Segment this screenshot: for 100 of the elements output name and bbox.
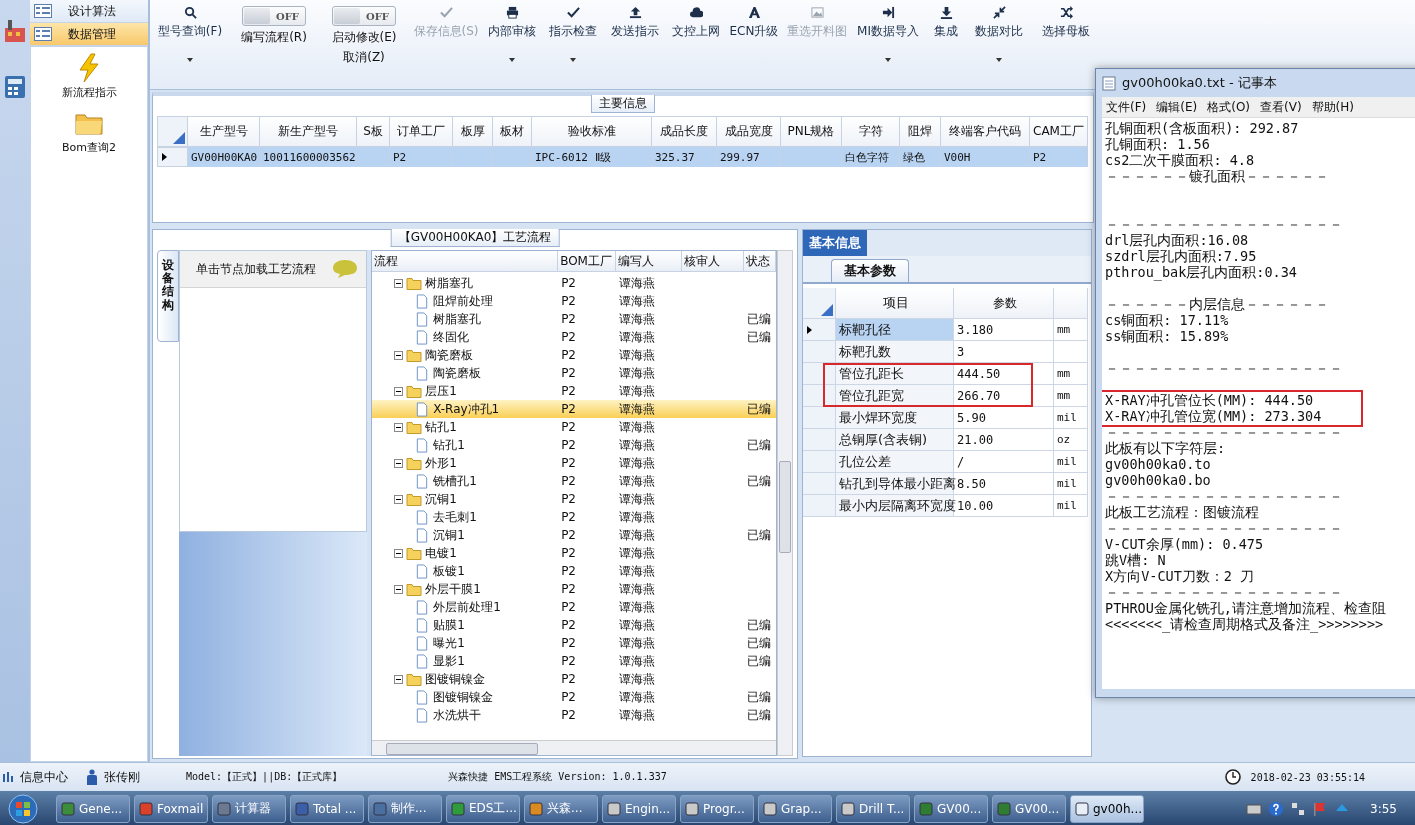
column-header[interactable]: 字符 (842, 116, 900, 147)
column-header[interactable]: BOM工厂 (558, 251, 617, 271)
tree-row[interactable]: 去毛刺1 P2 谭海燕 (372, 508, 777, 526)
tree-row[interactable]: 树脂塞孔 P2 谭海燕 已编 (372, 310, 777, 328)
column-header[interactable]: 参数 (954, 288, 1054, 319)
taskbar-button[interactable]: Total ... (290, 794, 364, 823)
toolbar-button[interactable]: MI数据导入 (852, 6, 924, 70)
tree-row[interactable]: 图镀铜镍金 P2 谭海燕 (372, 670, 777, 688)
column-header[interactable]: 项目 (836, 288, 954, 319)
table-row[interactable]: 管位孔距长 444.50 mm (803, 363, 1091, 385)
collapse-icon[interactable] (394, 674, 404, 684)
tree-row[interactable]: 铣槽孔1 P2 谭海燕 已编 (372, 472, 777, 490)
taskbar-button[interactable]: Gene... (56, 794, 130, 823)
taskbar-button[interactable]: Drill T... (836, 794, 910, 823)
collapse-icon[interactable] (394, 422, 404, 432)
collapse-icon[interactable] (394, 548, 404, 558)
toggle-switch[interactable]: OFF (242, 6, 306, 26)
column-header[interactable]: 生产型号 (188, 116, 260, 147)
tree-row[interactable]: 陶瓷磨板 P2 谭海燕 (372, 346, 777, 364)
column-header[interactable]: 订单工厂 (390, 116, 453, 147)
toolbar-button[interactable]: 内部审核 (482, 6, 542, 70)
tab[interactable]: 基本信息 (803, 230, 867, 256)
cancel-button[interactable]: 取消(Z) (343, 49, 385, 66)
toolbar-button[interactable]: 数据对比 (968, 6, 1030, 70)
tree-row[interactable]: 沉铜1 P2 谭海燕 已编 (372, 526, 777, 544)
table-row[interactable]: 孔位公差 / mil (803, 451, 1091, 473)
collapse-icon[interactable] (394, 494, 404, 504)
taskbar-button[interactable]: Progr... (680, 794, 754, 823)
column-header[interactable]: 阻焊 (900, 116, 941, 147)
collapse-icon[interactable] (394, 386, 404, 396)
status-text[interactable]: 信息中心 (20, 768, 68, 786)
tree-row[interactable]: 水洗烘干 P2 谭海燕 已编 (372, 706, 777, 724)
scrollbar-thumb[interactable] (779, 461, 792, 553)
start-button[interactable] (8, 793, 38, 824)
column-header[interactable]: 流程 (372, 251, 559, 271)
taskbar-button[interactable]: GV00... (992, 794, 1066, 823)
toolbar-button[interactable]: 选择母板 (1030, 6, 1102, 70)
collapse-icon[interactable] (394, 278, 404, 288)
scrollbar-thumb[interactable] (386, 743, 539, 755)
column-header[interactable]: PNL规格 (781, 116, 842, 147)
column-header[interactable]: 板材 (493, 116, 532, 147)
taskbar-button[interactable]: 计算器 (212, 794, 286, 823)
menu-item[interactable]: 格式(O) (1207, 98, 1251, 116)
tree-row[interactable]: 沉铜1 P2 谭海燕 (372, 490, 777, 508)
tree-row[interactable]: 电镀1 P2 谭海燕 (372, 544, 777, 562)
toolbar-button[interactable]: 发送指示 (604, 6, 666, 70)
toolbar-button[interactable]: 文控上网 (666, 6, 726, 70)
taskbar-button[interactable]: 制作... (368, 794, 442, 823)
taskbar-clock[interactable]: 3:55 (1370, 801, 1397, 816)
help-icon[interactable] (1268, 800, 1285, 817)
table-row[interactable]: 管位孔距宽 266.70 mm (803, 385, 1091, 407)
taskbar-button[interactable]: EDS工... (446, 794, 520, 823)
nav-item[interactable]: 数据管理 (30, 23, 148, 46)
taskbar-button[interactable]: Engin... (602, 794, 676, 823)
tree-row[interactable]: 贴膜1 P2 谭海燕 已编 (372, 616, 777, 634)
taskbar-button[interactable]: Grap... (758, 794, 832, 823)
tree-row[interactable]: 钻孔1 P2 谭海燕 已编 (372, 436, 777, 454)
caret-icon[interactable] (570, 58, 576, 62)
menu-item[interactable]: 查看(V) (1260, 98, 1302, 116)
tree-row[interactable]: 钻孔1 P2 谭海燕 (372, 418, 777, 436)
tree-row[interactable]: 层压1 P2 谭海燕 (372, 382, 777, 400)
table-row[interactable]: 标靶孔径 3.180 mm (803, 319, 1091, 341)
collapse-icon[interactable] (394, 584, 404, 594)
tree-row[interactable]: X-Ray冲孔1 P2 谭海燕 已编 (372, 400, 777, 418)
column-header[interactable]: 状态 (744, 251, 777, 271)
column-header[interactable]: 编写人 (616, 251, 683, 271)
column-header[interactable]: CAM工厂 (1030, 116, 1088, 147)
column-header[interactable]: 成品宽度 (717, 116, 781, 147)
column-header[interactable]: 新生产型号 (260, 116, 357, 147)
table-row[interactable]: 最小内层隔离环宽度10.00 mil (803, 495, 1091, 517)
taskbar-button[interactable]: GV00... (914, 794, 988, 823)
caret-icon[interactable] (885, 58, 891, 62)
toolbar-button[interactable]: 型号查询(F) (150, 6, 230, 70)
tree-row[interactable]: 树脂塞孔 P2 谭海燕 (372, 274, 777, 292)
toolbar-button[interactable]: 集成 (924, 6, 968, 70)
tree-row[interactable]: 外形1 P2 谭海燕 (372, 454, 777, 472)
nav-item[interactable]: 设计算法 (30, 0, 148, 23)
tree-row[interactable]: 板镀1 P2 谭海燕 (372, 562, 777, 580)
table-row[interactable]: 最小焊环宽度 5.90 mil (803, 407, 1091, 429)
column-header[interactable]: 验收标准 (532, 116, 652, 147)
tab[interactable]: 基本参数 (831, 259, 909, 282)
table-row[interactable]: GV00H00KA0 10011600003562 P2 IPC-6012 Ⅱ级 325.37 299.97 白色字符 绿色 V00H P2 (157, 147, 1088, 167)
column-header[interactable]: 板厚 (453, 116, 493, 147)
shortcut[interactable]: 新流程指示 (61, 53, 117, 100)
table-row[interactable]: 总铜厚(含表铜) 21.00 oz (803, 429, 1091, 451)
toggle-switch[interactable]: OFF (332, 6, 396, 26)
caret-icon[interactable] (996, 58, 1002, 62)
tree-row[interactable]: 曝光1 P2 谭海燕 已编 (372, 634, 777, 652)
caret-icon[interactable] (509, 58, 515, 62)
shortcut[interactable]: Bom查询2 (62, 108, 116, 155)
factory-icon[interactable] (3, 18, 27, 44)
calculator-icon[interactable] (3, 74, 27, 100)
corner-icon[interactable] (821, 304, 833, 316)
tree-row[interactable]: 显影1 P2 谭海燕 已编 (372, 652, 777, 670)
corner-icon[interactable] (173, 132, 185, 144)
tree-row[interactable]: 外层前处理1 P2 谭海燕 (372, 598, 777, 616)
column-header[interactable]: 成品长度 (652, 116, 717, 147)
taskbar-button[interactable]: Foxmail (134, 794, 208, 823)
toolbar-button[interactable]: 指示检查 (542, 6, 604, 70)
tree-row[interactable]: 终固化 P2 谭海燕 已编 (372, 328, 777, 346)
